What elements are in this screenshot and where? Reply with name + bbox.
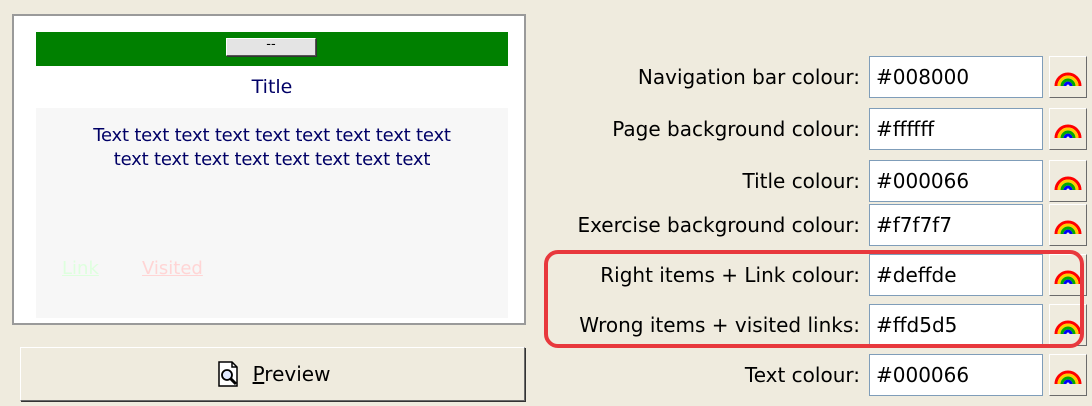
exercise-text-line: text text text text text text text text [113,149,431,170]
rainbow-icon [1054,72,1082,87]
right-items-link-colour-label: Right items + Link colour: [600,263,860,287]
wrong-items-visited-colour-label: Wrong items + visited links: [579,313,860,337]
rainbow-icon [1054,220,1082,235]
title-colour-input[interactable]: #000066 [869,160,1043,202]
navigation-bar-colour-input[interactable]: #008000 [869,56,1043,98]
preview-nav-button: -- [226,38,316,56]
colour-row-page-background: Page background colour: #ffffff [540,107,1092,151]
colour-row-exercise-background: Exercise background colour: #f7f7f7 [540,203,1092,247]
preview-link-sample: Link [62,258,99,279]
right-items-link-colour-input[interactable]: #deffde [869,254,1043,296]
preview-navigation-bar: -- [36,32,508,66]
wrong-items-visited-colour-picker-button[interactable] [1049,304,1087,346]
preview-visited-link-sample: Visited [142,258,203,279]
page-background-colour-picker-button[interactable] [1049,108,1087,150]
preview-button[interactable]: Preview [20,347,525,401]
rainbow-icon [1054,270,1082,285]
colour-row-navigation-bar: Navigation bar colour: #008000 [540,55,1092,99]
right-items-link-colour-picker-button[interactable] [1049,254,1087,296]
preview-exercise-area: Text text text text text text text text … [36,108,508,318]
rainbow-icon [1054,176,1082,191]
title-colour-picker-button[interactable] [1049,160,1087,202]
exercise-background-colour-picker-button[interactable] [1049,204,1087,246]
preview-panel: -- Title Text text text text text text t… [12,14,526,325]
colour-row-wrong-items-visited: Wrong items + visited links: #ffd5d5 [540,303,1092,347]
colour-row-text: Text colour: #000066 [540,353,1092,397]
exercise-background-colour-label: Exercise background colour: [577,213,860,237]
text-colour-picker-button[interactable] [1049,354,1087,396]
preview-exercise-text: Text text text text text text text text … [44,124,500,172]
navigation-bar-colour-picker-button[interactable] [1049,56,1087,98]
preview-button-label: Preview [252,362,331,386]
preview-title: Title [251,76,293,98]
rainbow-icon [1054,370,1082,385]
colour-row-title: Title colour: #000066 [540,159,1092,203]
rainbow-icon [1054,320,1082,335]
colour-row-right-items-link: Right items + Link colour: #deffde [540,253,1092,297]
text-colour-input[interactable]: #000066 [869,354,1043,396]
page-background-colour-label: Page background colour: [612,117,860,141]
text-colour-label: Text colour: [744,363,860,387]
navigation-bar-colour-label: Navigation bar colour: [637,65,860,89]
wrong-items-visited-colour-input[interactable]: #ffd5d5 [869,304,1043,346]
exercise-background-colour-input[interactable]: #f7f7f7 [869,204,1043,246]
rainbow-icon [1054,124,1082,139]
exercise-text-line: Text text text text text text text text … [93,125,451,146]
title-colour-label: Title colour: [742,169,860,193]
preview-magnifier-icon [217,361,238,387]
page-background-colour-input[interactable]: #ffffff [869,108,1043,150]
